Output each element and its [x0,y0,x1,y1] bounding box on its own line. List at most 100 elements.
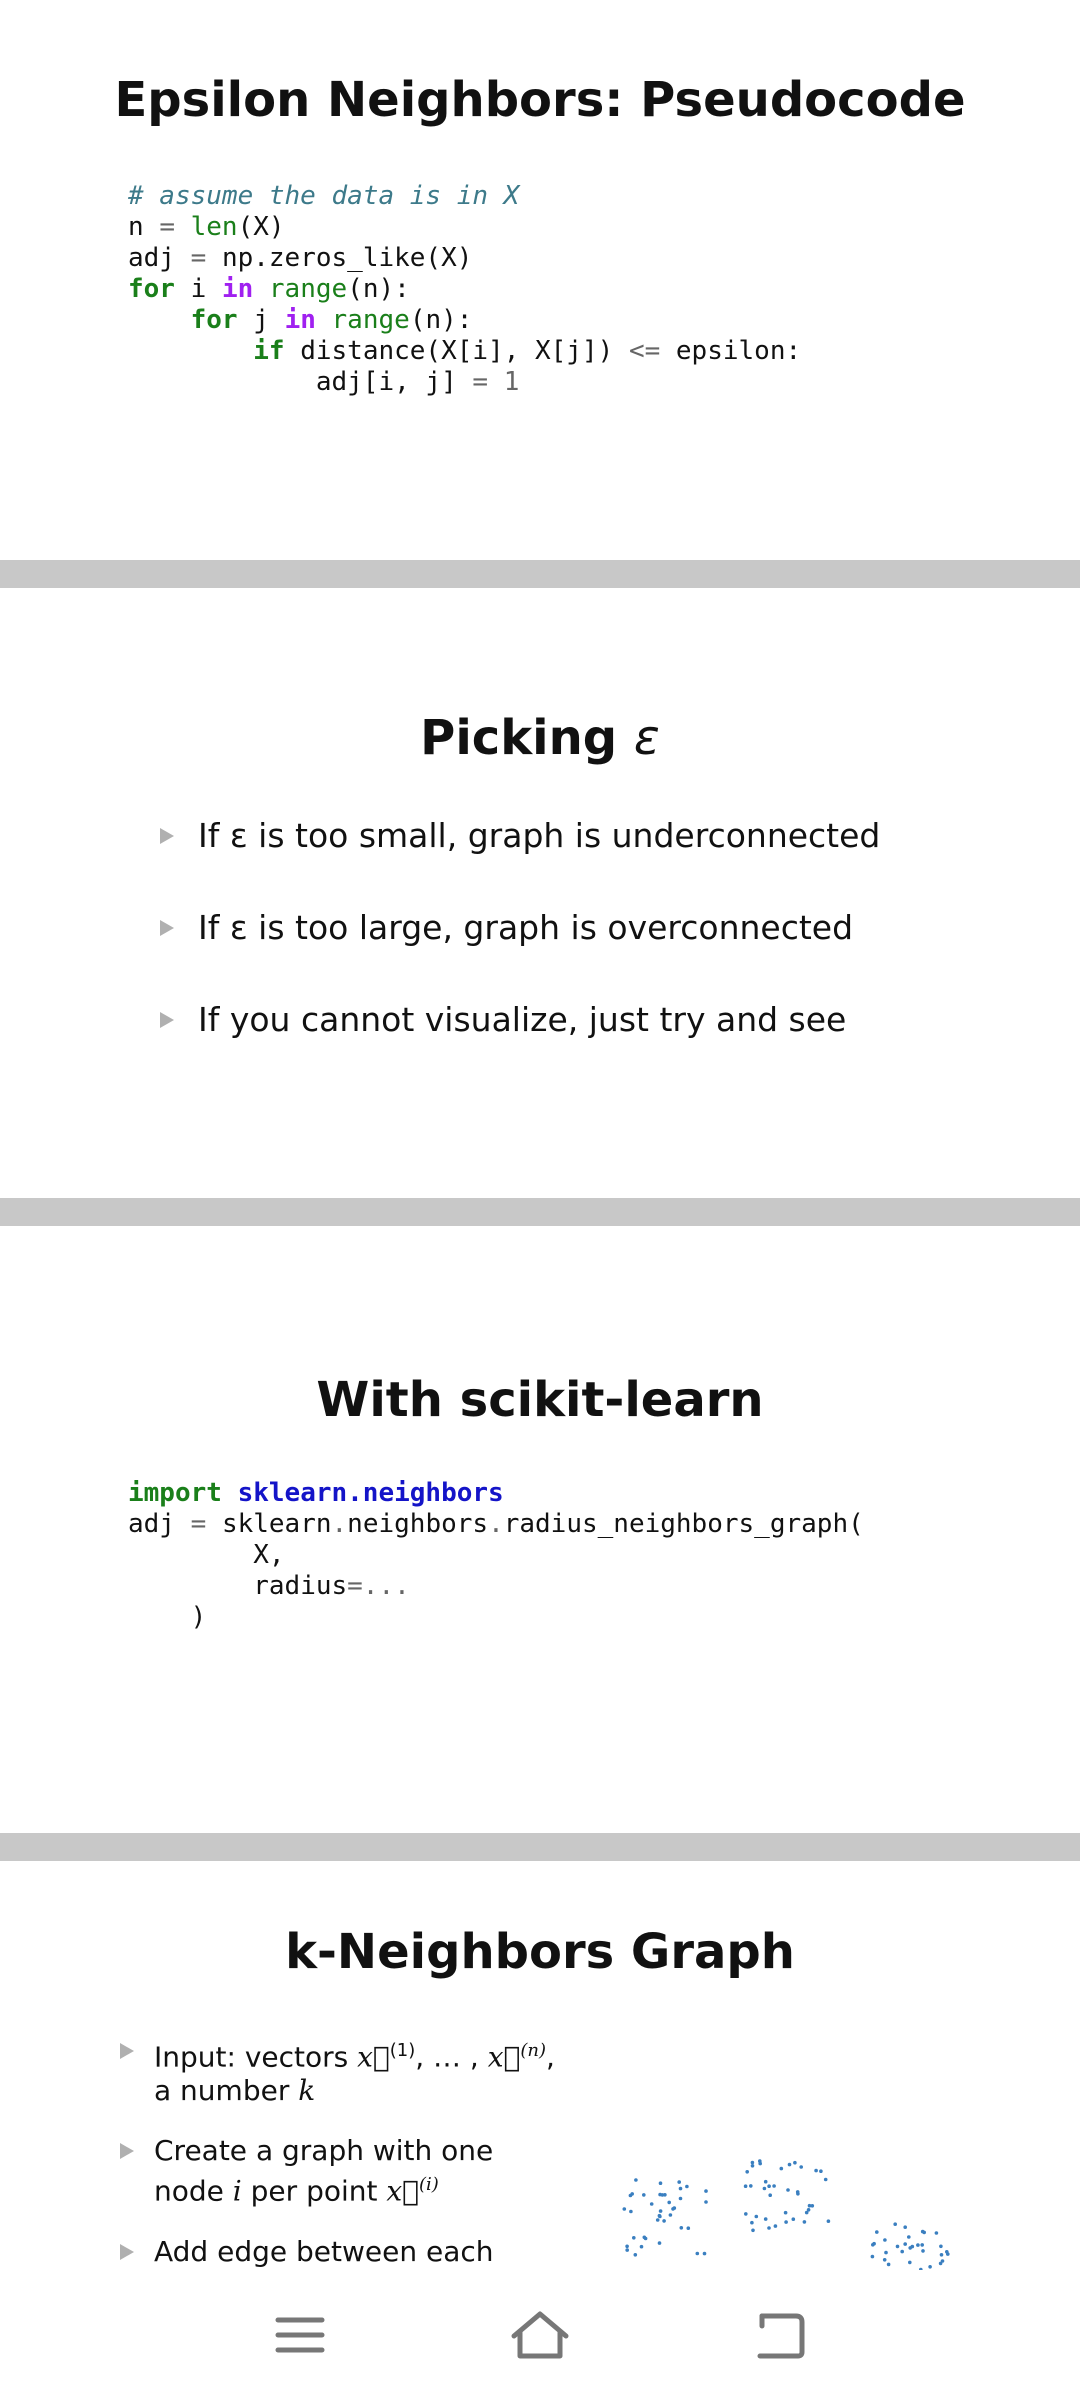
math-superscript: (n) [520,2040,546,2061]
bullet-list: If ε is too small, graph is underconnect… [160,816,880,1092]
bullet-text: If ε is too small, graph is underconnect… [198,816,881,855]
scatter-point [928,2265,932,2269]
slide-title: With scikit-learn [316,1372,764,1428]
code-token: neighbors [347,1509,489,1539]
bullet-text: node [154,2174,233,2208]
scatter-point [895,2244,900,2249]
list-item: If ε is too large, graph is overconnecte… [160,908,880,1000]
scatter-point [630,2192,634,2196]
scatter-point [763,2217,768,2221]
slide-separator [0,560,1080,588]
scatter-point [750,2220,754,2225]
scatter-point [938,2261,943,2266]
scatter-point [814,2168,818,2173]
scatter-point [625,2244,629,2249]
code-token: 1 [503,367,520,397]
code-token: sklearn [221,1509,332,1539]
code-token: for [128,274,175,304]
scatter-point [762,2186,767,2191]
scatter-point [903,2225,907,2229]
back-button[interactable] [740,2300,820,2370]
scatter-point [749,2184,753,2188]
slide-separator [0,1833,1080,1861]
code-block-sklearn: import sklearn.neighbors adj = sklearn.n… [128,1478,864,1632]
slide-title: k-Neighbors Graph [285,1924,795,1980]
code-token: = [472,367,489,397]
back-icon [757,2313,805,2359]
scatter-point [678,2196,683,2201]
scatter-point [920,2243,924,2247]
scatter-point [767,2226,771,2230]
scatter-point [806,2208,811,2212]
scatter-point [886,2262,891,2267]
scatter-point [677,2180,681,2184]
scatter-point [679,2226,684,2230]
code-token: len [190,212,238,242]
scatter-plot-clusters [622,2159,950,2270]
code-token: (X) [237,212,285,242]
bullet-text: a number [154,2074,299,2108]
list-item: Add edge between each [120,2235,560,2269]
menu-button[interactable] [260,2300,340,2370]
scatter-point [922,2230,926,2235]
scatter-point [945,2250,949,2254]
scatter-point [658,2181,663,2185]
scatter-point [883,2238,887,2242]
navigation-bar [0,2270,1080,2400]
scatter-point [633,2253,638,2257]
bullet-triangle-icon [160,920,174,936]
menu-icon [275,2317,325,2353]
scatter-point [649,2202,654,2206]
bullet-text: If you cannot visualize, just try and se… [198,1000,847,1039]
scatter-point [791,2217,796,2221]
scatter-point [934,2231,939,2235]
scatter-point [704,2189,708,2193]
scatter-point [768,2193,772,2197]
scatter-point [639,2244,644,2249]
code-token: import [128,1478,222,1508]
code-token: sklearn.neighbors [237,1478,504,1508]
home-button[interactable] [500,2300,580,2370]
scatter-point [875,2230,879,2234]
bullet-triangle-icon [160,1012,174,1028]
slide-epsilon-pseudocode: Epsilon Neighbors: Pseudocode # assume t… [0,0,1080,560]
scatter-point [622,2207,627,2211]
code-token: X, [253,1540,285,1570]
slide-k-neighbors-graph: k-Neighbors Graph Input: vectors x⃗(1), … [0,1861,1080,2270]
code-token: <= [628,336,661,366]
scatter-point [907,2235,911,2239]
math-variable: i [232,2174,242,2208]
scatter-point [807,2203,812,2208]
math-vector: x⃗ [487,2040,521,2074]
bullet-text: per point [241,2174,387,2208]
scatter-point [786,2188,790,2192]
scatter-point [826,2219,831,2223]
list-item: Create a graph with one node i per point … [120,2134,560,2208]
scatter-point [704,2200,708,2204]
scatter-point [685,2184,689,2189]
scatter-point [750,2164,755,2168]
scatter-point [625,2248,629,2252]
scatter-point [772,2184,776,2188]
code-token: adj [128,243,175,273]
scatter-point [921,2249,925,2253]
scatter-point [667,2200,671,2205]
scatter-point [634,2178,638,2182]
code-comment: # assume the data is in X [128,181,520,211]
scatter-point [939,2253,944,2257]
code-token: epsilon: [675,336,802,366]
scatter-point [662,2219,666,2223]
bullet-text: , [545,2040,555,2074]
scatter-point [884,2250,888,2255]
scatter-point [793,2160,797,2165]
scatter-point [882,2258,887,2262]
code-token: adj [128,1509,175,1539]
code-token: adj[i, j] [315,367,457,397]
scatter-point [893,2222,897,2226]
code-token: ) [190,1602,207,1632]
scatter-point [819,2169,823,2173]
scatter-point [908,2260,912,2265]
code-token: radius [253,1571,348,1601]
code-token: =... [347,1571,410,1601]
code-token: in [284,305,316,335]
